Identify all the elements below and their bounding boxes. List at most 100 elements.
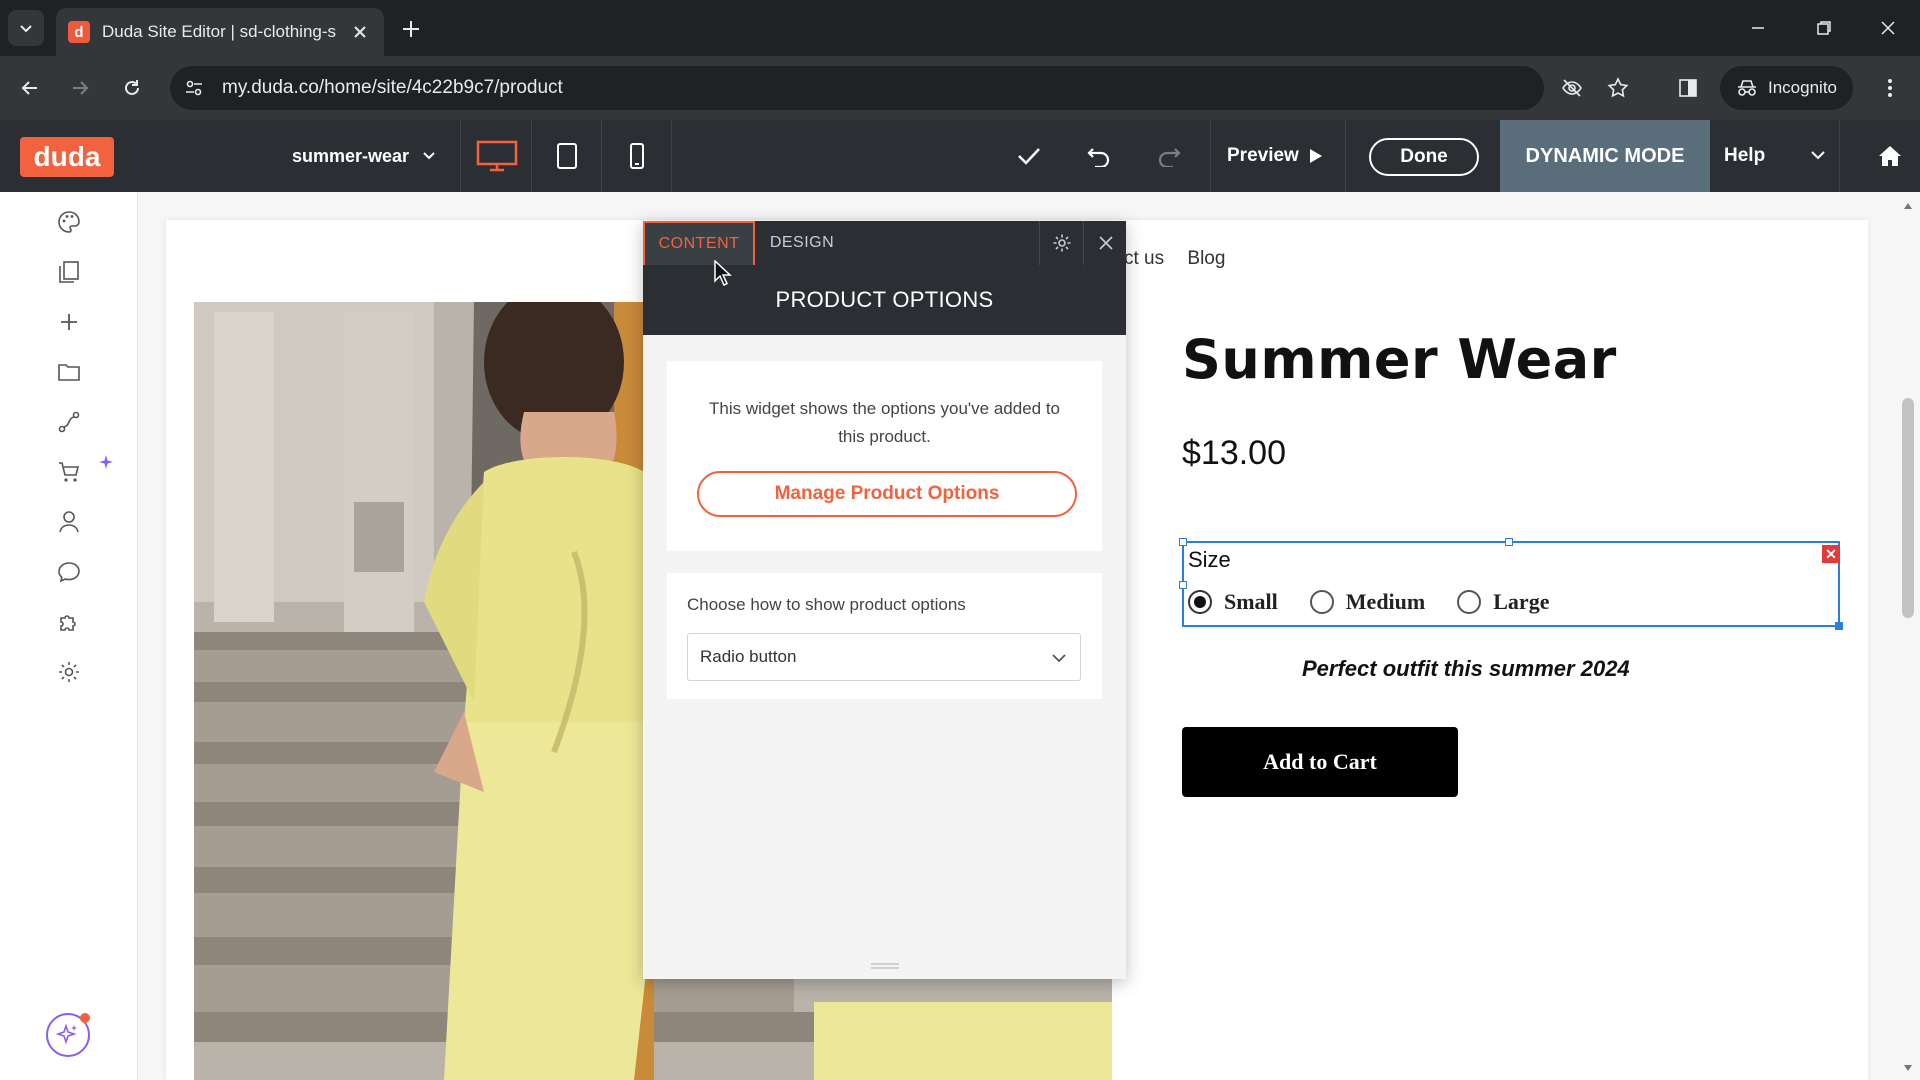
- page-selector[interactable]: summer-wear: [276, 120, 461, 192]
- radio-selected[interactable]: [1188, 590, 1212, 614]
- restore-icon[interactable]: [1808, 12, 1840, 44]
- remove-widget-icon[interactable]: ✕: [1822, 545, 1840, 563]
- duda-logo[interactable]: duda: [20, 137, 114, 177]
- forward-icon[interactable]: [64, 72, 96, 104]
- preview-label: Preview: [1227, 145, 1299, 166]
- radio-unselected[interactable]: [1309, 590, 1334, 614]
- pages-icon[interactable]: [49, 252, 89, 292]
- back-icon[interactable]: [14, 72, 46, 104]
- tab-content[interactable]: CONTENT: [643, 221, 755, 265]
- resize-handle[interactable]: [1505, 538, 1513, 546]
- radio-unselected[interactable]: [1457, 590, 1482, 614]
- tablet-icon: [556, 143, 577, 169]
- scroll-up-icon[interactable]: [1902, 200, 1914, 212]
- ai-sparkle-icon: [56, 1023, 77, 1045]
- content-folder-icon[interactable]: [49, 352, 89, 392]
- desktop-view-button[interactable]: [462, 120, 532, 192]
- widget-description: This widget shows the options you've add…: [708, 399, 1060, 446]
- tab-design[interactable]: DESIGN: [755, 221, 849, 265]
- add-widget-icon[interactable]: [49, 302, 89, 342]
- display-style-select[interactable]: Radio button: [687, 633, 1081, 681]
- add-to-cart-button[interactable]: Add to Cart: [1182, 727, 1458, 797]
- chevron-down-icon: [423, 152, 435, 160]
- chevron-down-icon: [1811, 151, 1825, 160]
- size-option-label: Large: [1493, 589, 1550, 614]
- mobile-icon: [629, 143, 644, 169]
- size-option-large[interactable]: Large: [1457, 589, 1549, 615]
- apps-puzzle-icon[interactable]: [49, 602, 89, 642]
- size-option-label: Medium: [1345, 589, 1426, 614]
- manage-product-options-button[interactable]: Manage Product Options: [697, 471, 1077, 517]
- reload-icon[interactable]: [116, 72, 148, 104]
- editor-sidebar: [0, 192, 138, 1080]
- close-tab-icon[interactable]: [348, 20, 372, 44]
- done-button[interactable]: Done: [1369, 138, 1479, 176]
- panel-resize-grip[interactable]: [871, 962, 899, 970]
- editor-toolbar: duda summer-wear Preview Done DYNAMIC MO…: [0, 120, 1920, 192]
- incognito-indicator[interactable]: Incognito: [1720, 66, 1853, 110]
- product-options-widget[interactable]: Size ✕ Small Medium Large: [1179, 538, 1843, 630]
- redo-icon[interactable]: [1134, 120, 1204, 192]
- theme-palette-icon[interactable]: [49, 202, 89, 242]
- address-bar-row: my.duda.co/home/site/4c22b9c7/product In…: [0, 56, 1920, 120]
- omnibox[interactable]: my.duda.co/home/site/4c22b9c7/product: [170, 66, 1544, 110]
- incognito-label: Incognito: [1768, 78, 1837, 97]
- size-option-label: Small: [1224, 589, 1278, 614]
- minimize-icon[interactable]: [1742, 12, 1774, 44]
- users-icon[interactable]: [49, 502, 89, 542]
- nav-link-contact[interactable]: ct us: [1124, 248, 1164, 269]
- duda-favicon-icon: d: [68, 21, 90, 43]
- new-tab-icon[interactable]: [396, 14, 426, 44]
- scroll-down-icon[interactable]: [1902, 1062, 1914, 1074]
- play-icon: [1309, 149, 1322, 163]
- connections-icon[interactable]: [49, 402, 89, 442]
- product-price[interactable]: $13.00: [1182, 434, 1286, 473]
- nav-link-blog[interactable]: Blog: [1187, 248, 1225, 269]
- tab-title: Duda Site Editor | sd-clothing-s: [102, 22, 337, 41]
- save-check-icon[interactable]: [994, 120, 1064, 192]
- display-style-value: Radio button: [700, 647, 797, 666]
- product-tagline[interactable]: Perfect outfit this summer 2024: [1302, 656, 1630, 682]
- url-text: my.duda.co/home/site/4c22b9c7/product: [222, 77, 563, 98]
- side-panel-icon[interactable]: [1672, 72, 1704, 104]
- comments-icon[interactable]: [49, 552, 89, 592]
- panel-close-icon[interactable]: [1083, 221, 1127, 265]
- mobile-view-button[interactable]: [602, 120, 672, 192]
- tab-search-button[interactable]: [8, 10, 44, 46]
- site-info-icon[interactable]: [184, 78, 204, 98]
- help-menu[interactable]: Help: [1710, 120, 1840, 192]
- dynamic-mode-button[interactable]: DYNAMIC MODE: [1500, 120, 1710, 192]
- settings-gear-icon[interactable]: [49, 652, 89, 692]
- notification-dot: [80, 1013, 90, 1023]
- product-title[interactable]: Summer Wear: [1182, 328, 1617, 391]
- product-options-info-card: This widget shows the options you've add…: [667, 361, 1102, 551]
- page-name: summer-wear: [292, 145, 410, 166]
- close-window-icon[interactable]: [1872, 12, 1904, 44]
- home-icon[interactable]: [1860, 120, 1920, 192]
- tablet-view-button[interactable]: [532, 120, 602, 192]
- browser-tab[interactable]: d Duda Site Editor | sd-clothing-s: [56, 8, 384, 56]
- size-option-medium[interactable]: Medium: [1309, 589, 1426, 615]
- size-option-small[interactable]: Small: [1188, 589, 1278, 615]
- display-style-card: Choose how to show product options Radio…: [667, 573, 1102, 699]
- panel-tabs: CONTENT DESIGN: [643, 221, 1126, 265]
- mouse-cursor-icon: [714, 260, 732, 286]
- eye-off-icon[interactable]: [1556, 72, 1588, 104]
- scrollbar-thumb[interactable]: [1902, 398, 1914, 618]
- undo-icon[interactable]: [1064, 120, 1134, 192]
- sparkle-icon: [96, 452, 116, 472]
- ecommerce-cart-icon[interactable]: [49, 452, 89, 492]
- panel-settings-gear-icon[interactable]: [1039, 221, 1083, 265]
- resize-handle[interactable]: [1179, 581, 1187, 589]
- browser-menu-icon[interactable]: [1874, 72, 1906, 104]
- resize-handle[interactable]: [1835, 622, 1843, 630]
- site-nav: ct us Blog: [1124, 248, 1243, 270]
- resize-handle[interactable]: [1179, 538, 1187, 546]
- bookmark-star-icon[interactable]: [1602, 72, 1634, 104]
- canvas-scrollbar[interactable]: [1896, 192, 1920, 1080]
- widget-settings-panel: CONTENT DESIGN PRODUCT OPTIONS This widg…: [643, 221, 1126, 979]
- preview-button[interactable]: Preview: [1210, 120, 1346, 192]
- incognito-icon: [1738, 80, 1756, 96]
- chevron-down-icon: [1052, 654, 1066, 663]
- display-style-label: Choose how to show product options: [687, 595, 966, 614]
